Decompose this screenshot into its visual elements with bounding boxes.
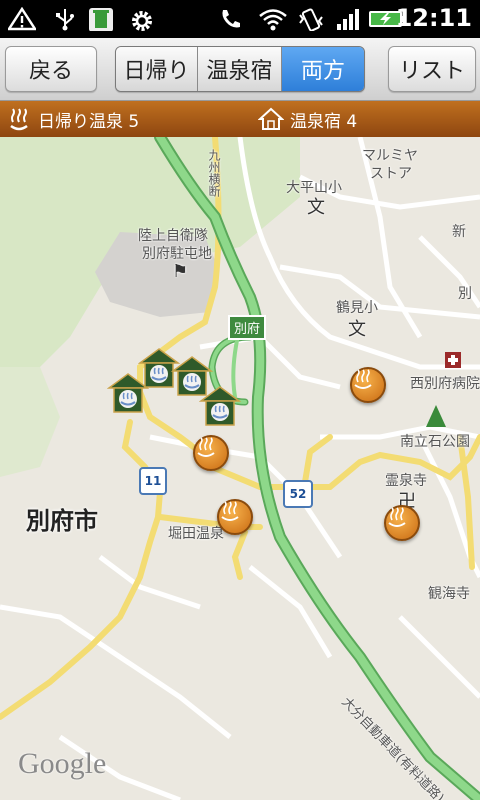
inn-count[interactable]: 温泉宿 4 xyxy=(258,101,357,137)
map-label-nishibeppu: 西別府病院 xyxy=(410,376,480,392)
segment-both[interactable]: 両方 xyxy=(282,47,364,91)
park-tree-marker xyxy=(426,405,446,427)
map-label-marumiya: マルミヤ xyxy=(362,148,418,164)
map-label-shin: 新 xyxy=(452,224,466,240)
map-label-jsdf-1: 陸上自衛隊 xyxy=(138,228,208,244)
map-label-tsurumi: 鶴見小 xyxy=(336,300,378,316)
toolbar: 戻る 日帰り 温泉宿 両方 リスト xyxy=(0,38,480,101)
onsen-pin[interactable] xyxy=(350,367,386,403)
settings-icon xyxy=(132,11,152,31)
highway-sign: 別府 xyxy=(228,315,267,340)
recycle-icon xyxy=(89,8,113,31)
onsen-pin[interactable] xyxy=(384,505,420,541)
hot-spring-icon xyxy=(388,507,406,527)
inn-label: 温泉宿 4 xyxy=(290,111,358,132)
day-trip-label: 日帰り温泉 5 xyxy=(38,111,140,132)
hot-spring-icon xyxy=(221,501,239,521)
map-label-horita: 堀田温泉 xyxy=(168,526,224,542)
wifi-icon xyxy=(259,9,287,31)
hot-spring-icon xyxy=(354,369,372,389)
school-icon: 文 xyxy=(348,319,366,340)
phone-icon xyxy=(222,10,240,28)
hot-spring-icon xyxy=(197,437,215,457)
map-canvas xyxy=(0,137,480,800)
route-11-shield: 11 xyxy=(139,467,167,495)
map-label-city: 別府市 xyxy=(26,507,98,535)
category-bar: 日帰り温泉 5 温泉宿 4 xyxy=(0,101,480,137)
signal-icon xyxy=(337,9,359,30)
back-button[interactable]: 戻る xyxy=(5,46,97,92)
segment-day-trip[interactable]: 日帰り xyxy=(116,47,198,91)
flag-icon: ⚑ xyxy=(172,261,189,282)
map-view[interactable]: 11 52 別府 マルミヤ ストア 大平山小 陸上自衛隊 別府駐屯地 鶴見小 西… xyxy=(0,137,480,800)
ryokan-pin[interactable] xyxy=(199,385,241,427)
status-bar: 12:11 xyxy=(0,0,480,38)
onsen-pin[interactable] xyxy=(193,435,229,471)
map-label-minamitate: 南立石公園 xyxy=(400,434,470,450)
map-label-store: ストア xyxy=(370,166,412,182)
map-label-betsu: 別 xyxy=(458,286,472,302)
day-trip-count[interactable]: 日帰り温泉 5 xyxy=(6,101,139,137)
filter-segmented-control: 日帰り 温泉宿 両方 xyxy=(115,46,365,92)
google-logo: Google xyxy=(18,747,107,780)
segment-inn[interactable]: 温泉宿 xyxy=(198,47,282,91)
house-icon xyxy=(258,107,284,130)
warning-icon xyxy=(8,7,36,31)
school-icon: 文 xyxy=(307,197,325,218)
usb-icon xyxy=(56,9,74,31)
hot-spring-icon xyxy=(10,108,28,131)
map-label-kankaiji: 観海寺 xyxy=(428,586,470,602)
map-label-kunimi: 九州横断 xyxy=(207,149,221,197)
clock: 12:11 xyxy=(395,4,472,32)
onsen-pin[interactable] xyxy=(217,499,253,535)
park-area-south xyxy=(0,367,60,477)
list-button[interactable]: リスト xyxy=(388,46,476,92)
vibrate-icon xyxy=(299,8,323,31)
map-label-jsdf-2: 別府駐屯地 xyxy=(142,246,212,262)
route-52-shield: 52 xyxy=(283,480,313,508)
